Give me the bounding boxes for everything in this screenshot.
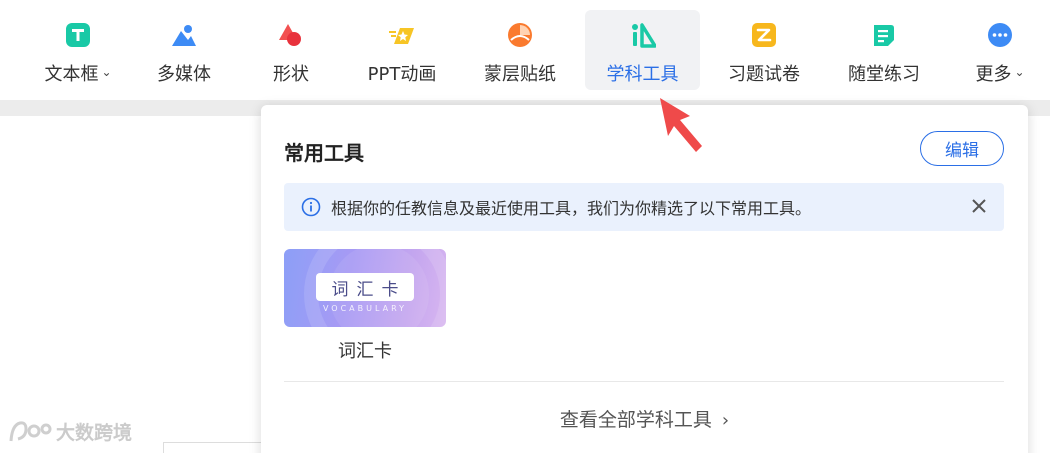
text-box-icon [65,22,91,48]
toolbar-item-ppt-animation[interactable]: PPT动画 [356,10,448,90]
notice-bar: 根据你的任教信息及最近使用工具，我们为你精选了以下常用工具。 [284,183,1004,231]
toolbar-item-more[interactable]: 更多 ⌄ [958,10,1042,90]
toolbar-item-label: PPT动画 [367,64,437,85]
chevron-right-icon: › [721,410,730,431]
more-icon [987,22,1013,48]
watermark-text: 大数跨境 [56,422,133,444]
toolbar-item-label: 多媒体 [157,64,211,85]
watermark: 大数跨境 [8,418,132,445]
multimedia-icon [171,22,197,48]
view-all-link[interactable]: 查看全部学科工具 › [261,405,1028,432]
toolbar-item-shapes[interactable]: 形状 [256,10,326,90]
toolbar-item-label: 习题试卷 [728,64,800,85]
info-icon [301,197,321,217]
tool-card-name[interactable]: 词汇卡 [284,337,446,363]
mask-sticker-icon [507,22,533,48]
toolbar-item-label: 更多 [975,64,1012,85]
toolbar-item-text-box[interactable]: 文本框 ⌄ [36,10,120,90]
toolbar-item-mask-sticker[interactable]: 蒙层贴纸 [472,10,568,90]
chevron-down-icon: ⌄ [1014,65,1025,79]
pointer-arrow-icon [660,98,702,152]
slide-edge [163,442,263,453]
class-practice-icon [871,22,897,48]
toolbar: 文本框 ⌄ 多媒体 形状 PPT动画 蒙层贴纸 学科工具 习题试卷 随堂练习 更… [0,0,1050,100]
tool-card-thumb-subtitle: VOCABULARY [322,304,408,313]
watermark-logo-icon [9,420,52,441]
divider [284,381,1004,382]
subject-tools-icon [630,22,657,48]
shapes-icon [278,22,304,48]
toolbar-item-multimedia[interactable]: 多媒体 [144,10,224,90]
toolbar-item-label: 学科工具 [606,64,679,85]
close-icon[interactable] [968,195,990,217]
tool-card-vocabulary[interactable]: 词汇卡 VOCABULARY [284,249,446,327]
tool-card-thumb-title: 词汇卡 [316,273,414,301]
toolbar-item-label: 蒙层贴纸 [484,64,556,85]
chevron-down-icon: ⌄ [101,65,112,79]
toolbar-item-exercise-paper[interactable]: 习题试卷 [716,10,812,90]
toolbar-item-subject-tools[interactable]: 学科工具 [585,10,700,90]
notice-text: 根据你的任教信息及最近使用工具，我们为你精选了以下常用工具。 [331,199,812,218]
popover-title: 常用工具 [284,141,364,165]
view-all-label: 查看全部学科工具 [559,409,712,431]
subject-tools-popover: 常用工具 编辑 根据你的任教信息及最近使用工具，我们为你精选了以下常用工具。 词… [261,105,1028,453]
exercise-paper-icon [751,22,777,48]
toolbar-item-label: 文本框 [44,64,99,85]
toolbar-item-class-practice[interactable]: 随堂练习 [836,10,932,90]
ppt-animation-icon [389,22,415,48]
edit-button[interactable]: 编辑 [920,131,1004,166]
toolbar-item-label: 形状 [273,64,309,85]
toolbar-item-label: 随堂练习 [848,64,920,85]
